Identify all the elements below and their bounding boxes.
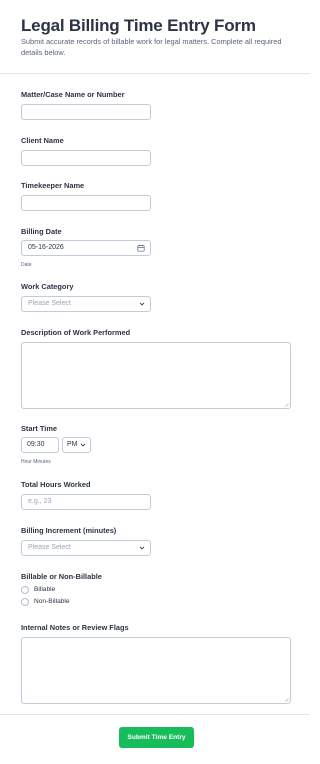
ampm-select[interactable]: PM — [62, 437, 91, 453]
billable-label: Billable or Non-Billable — [21, 572, 102, 581]
billing-increment-placeholder: Please Select — [28, 544, 71, 551]
form-subtitle: Submit accurate records of billable work… — [21, 37, 282, 57]
billing-date-sublabel: Date — [21, 262, 32, 268]
start-time-sublabel: Hour Minutes — [21, 459, 51, 465]
timekeeper-name-input[interactable] — [21, 195, 151, 211]
client-name-input[interactable] — [21, 150, 151, 166]
billing-date-input[interactable]: 05-16-2026 — [21, 240, 151, 256]
client-label: Client Name — [21, 136, 64, 145]
radio-label: Non-Billable — [34, 598, 70, 605]
work-category-placeholder: Please Select — [28, 300, 71, 307]
billing-date-label: Billing Date — [21, 227, 62, 236]
work-category-select[interactable]: Please Select — [21, 296, 151, 312]
internal-notes-label: Internal Notes or Review Flags — [21, 623, 129, 632]
timekeeper-label: Timekeeper Name — [21, 181, 85, 190]
chevron-down-icon — [139, 546, 145, 550]
billing-increment-select[interactable]: Please Select — [21, 540, 151, 556]
calendar-icon[interactable] — [137, 244, 145, 252]
billing-increment-label: Billing Increment (minutes) — [21, 526, 117, 535]
radio-button[interactable] — [21, 598, 29, 606]
matter-input[interactable] — [21, 104, 151, 120]
ampm-value: PM — [67, 441, 78, 448]
total-hours-input[interactable]: e.g., 23 — [21, 494, 151, 510]
description-label: Description of Work Performed — [21, 328, 131, 337]
matter-label: Matter/Case Name or Number — [21, 90, 125, 99]
billing-date-value: 05-16-2026 — [28, 244, 64, 251]
chevron-down-icon — [80, 443, 86, 447]
work-category-label: Work Category — [21, 282, 74, 291]
internal-notes-textarea[interactable] — [21, 637, 291, 704]
chevron-down-icon — [139, 302, 145, 306]
radio-button[interactable] — [21, 586, 29, 594]
total-hours-label: Total Hours Worked — [21, 480, 91, 489]
resize-grip-icon[interactable] — [284, 697, 289, 702]
start-time-input[interactable]: 09:30 — [21, 437, 59, 453]
resize-grip-icon[interactable] — [284, 402, 289, 407]
start-time-label: Start Time — [21, 424, 58, 433]
description-textarea[interactable] — [21, 342, 291, 409]
form-header: Legal Billing Time Entry Form Submit acc… — [0, 0, 310, 74]
form-title: Legal Billing Time Entry Form — [21, 16, 256, 35]
submit-button[interactable]: Submit Time Entry — [119, 727, 194, 748]
radio-label: Billable — [34, 586, 56, 593]
